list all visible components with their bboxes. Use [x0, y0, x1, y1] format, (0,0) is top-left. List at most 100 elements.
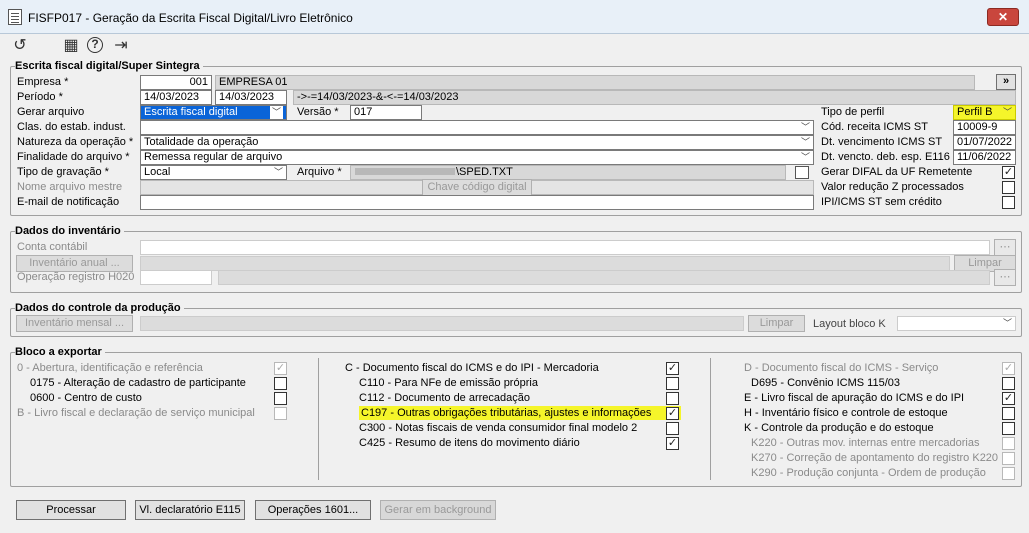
bloco-panel-title: Bloco a exportar — [15, 346, 105, 358]
document-icon — [8, 9, 22, 25]
redacted-path — [355, 168, 455, 175]
bloco-col1-checkbox[interactable] — [274, 407, 287, 420]
tipo-perfil-value: Perfil B — [957, 106, 993, 118]
bloco-col3-item-label: E - Livro fiscal de apuração do ICMS e d… — [744, 392, 965, 404]
empresa-name-field: EMPRESA 01 — [215, 75, 975, 90]
operacoes-button[interactable]: Operações 1601... — [255, 500, 371, 520]
tipo-perfil-select[interactable]: Perfil B ﹀ — [953, 105, 1016, 120]
tipo-gravacao-select-value: Local — [144, 166, 171, 178]
natureza-select-value: Totalidade da operação — [144, 136, 259, 148]
layout-bloco-k-select[interactable]: ﹀ — [897, 316, 1016, 331]
column-divider — [710, 358, 711, 480]
h020-label: Operação registro H020 — [17, 271, 135, 283]
difal-label: Gerar DIFAL da UF Remetente — [821, 166, 973, 178]
bloco-col2-item-label: C112 - Documento de arrecadação — [359, 392, 531, 404]
natureza-label: Natureza da operação * — [17, 136, 134, 148]
h020-input[interactable] — [140, 270, 212, 285]
versao-input[interactable]: 017 — [350, 105, 422, 120]
dt-venc-deb-input[interactable]: 11/06/2022 — [953, 150, 1016, 165]
escrita-panel-title: Escrita fiscal digital/Super Sintegra — [15, 60, 203, 72]
bloco-col2-item-label: C110 - Para NFe de emissão própria — [359, 377, 538, 389]
bloco-col3-checkbox[interactable]: ✓ — [1002, 392, 1015, 405]
arquivo-label: Arquivo * — [297, 166, 342, 178]
processar-button[interactable]: Processar — [16, 500, 126, 520]
periodo-start-input[interactable]: 14/03/2023 — [140, 90, 212, 105]
bloco-col3-checkbox[interactable] — [1002, 407, 1015, 420]
email-label: E-mail de notificação — [17, 196, 120, 208]
calendar-icon[interactable]: ▦ — [62, 37, 80, 55]
bloco-col3-checkbox[interactable] — [1002, 437, 1015, 450]
dt-venc-input[interactable]: 01/07/2022 — [953, 135, 1016, 150]
empresa-code-input[interactable]: 001 — [140, 75, 212, 90]
bloco-col3-checkbox[interactable] — [1002, 422, 1015, 435]
inventario-mensal-field — [140, 316, 744, 331]
bloco-col1-checkbox[interactable]: ✓ — [274, 362, 287, 375]
bloco-col2-checkbox[interactable]: ✓ — [666, 407, 679, 420]
bloco-col3-item-label: K - Controle da produção e do estoque — [744, 422, 934, 434]
finalidade-select-value: Remessa regular de arquivo — [144, 151, 283, 163]
bloco-col3-item-label: D695 - Convênio ICMS 115/03 — [751, 377, 900, 389]
bloco-col3-checkbox[interactable] — [1002, 452, 1015, 465]
gerar-select[interactable]: Escrita fiscal digital ﹀ — [140, 105, 287, 120]
close-button[interactable]: ✕ — [987, 8, 1019, 26]
gerar-background-button[interactable]: Gerar em background — [380, 500, 496, 520]
chevron-down-icon: ﹀ — [269, 106, 283, 119]
dt-venc-label: Dt. vencimento ICMS ST — [821, 136, 943, 148]
tipo-perfil-label: Tipo de perfil — [821, 106, 885, 118]
natureza-select[interactable]: Totalidade da operação ﹀ — [140, 135, 814, 150]
cod-receita-input[interactable]: 10009-9 — [953, 120, 1016, 135]
arquivo-value: \SPED.TXT — [456, 166, 513, 178]
lookup-button[interactable]: ⋯ — [994, 239, 1016, 256]
clas-label: Clas. do estab. indust. — [17, 121, 126, 133]
difal-checkbox[interactable]: ✓ — [1002, 166, 1015, 179]
vl-declaratorio-button[interactable]: Vl. declaratório E115 — [135, 500, 245, 520]
bloco-col2-checkbox[interactable] — [666, 377, 679, 390]
limpar-producao-button[interactable]: Limpar — [748, 315, 805, 332]
empresa-label: Empresa * — [17, 76, 69, 88]
bloco-col3-item-label: K270 - Correção de apontamento do regist… — [751, 452, 999, 464]
clas-select[interactable]: ﹀ — [140, 120, 814, 135]
layout-bloco-k-label: Layout bloco K — [813, 318, 886, 330]
tipo-gravacao-select[interactable]: Local ﹀ — [140, 165, 287, 180]
email-input[interactable] — [140, 195, 814, 210]
conta-contabil-label: Conta contábil — [17, 241, 88, 253]
chevron-down-icon: ﹀ — [1002, 107, 1012, 117]
bloco-col1-checkbox[interactable] — [274, 377, 287, 390]
ipi-st-label: IPI/ICMS ST sem crédito — [821, 196, 942, 208]
bloco-col1-item-label: B - Livro fiscal e declaração de serviço… — [17, 407, 255, 419]
arquivo-field[interactable]: \SPED.TXT — [350, 165, 786, 180]
inventario-anual-field — [140, 256, 950, 271]
bloco-col3-checkbox[interactable]: ✓ — [1002, 362, 1015, 375]
chevron-down-icon: ﹀ — [800, 122, 810, 132]
help-icon[interactable]: ? — [87, 37, 103, 53]
dt-venc-deb-label: Dt. vencto. deb. esp. E116 — [821, 151, 950, 163]
inventario-mensal-button[interactable]: Inventário mensal ... — [16, 315, 133, 332]
bloco-col2-checkbox[interactable]: ✓ — [666, 362, 679, 375]
versao-label: Versão * — [297, 106, 339, 118]
expand-button[interactable]: » — [996, 74, 1016, 90]
cod-receita-label: Cód. receita ICMS ST — [821, 121, 928, 133]
periodo-end-input[interactable]: 14/03/2023 — [215, 90, 287, 105]
bloco-col2-checkbox[interactable]: ✓ — [666, 437, 679, 450]
bloco-col3-checkbox[interactable] — [1002, 377, 1015, 390]
ipi-st-checkbox[interactable] — [1002, 196, 1015, 209]
chevron-down-icon: ﹀ — [273, 167, 283, 177]
browse-file-icon[interactable] — [795, 166, 809, 179]
bloco-col1-checkbox[interactable] — [274, 392, 287, 405]
bloco-col2-checkbox[interactable] — [666, 422, 679, 435]
gerar-select-value: Escrita fiscal digital — [144, 106, 238, 118]
exit-icon[interactable]: ⇥ — [112, 37, 130, 55]
bloco-col2-item-label: C - Documento fiscal do ICMS e do IPI - … — [345, 362, 599, 374]
bloco-col2-checkbox[interactable] — [666, 392, 679, 405]
bloco-col3-checkbox[interactable] — [1002, 467, 1015, 480]
reducao-checkbox[interactable] — [1002, 181, 1015, 194]
lookup-button-h020[interactable]: ⋯ — [994, 269, 1016, 286]
chave-codigo-button[interactable]: Chave código digital — [422, 179, 532, 196]
finalidade-select[interactable]: Remessa regular de arquivo ﹀ — [140, 150, 814, 165]
undo-icon[interactable]: ↺ — [11, 37, 29, 55]
conta-contabil-input[interactable] — [140, 240, 990, 255]
bloco-col1-item-label: 0600 - Centro de custo — [30, 392, 142, 404]
tipo-gravacao-label: Tipo de gravação * — [17, 166, 109, 178]
bloco-col2-item-label: C300 - Notas fiscais de venda consumidor… — [359, 422, 638, 434]
producao-panel-title: Dados do controle da produção — [15, 302, 184, 314]
